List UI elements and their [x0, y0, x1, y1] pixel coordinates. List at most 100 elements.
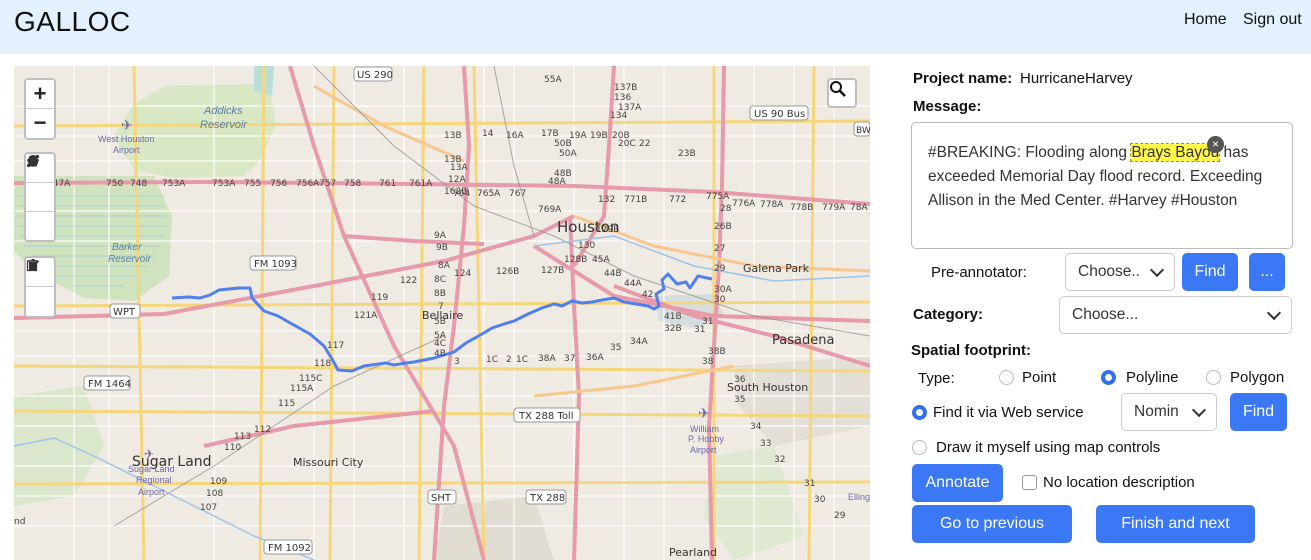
- type-point-label: Point: [1022, 369, 1057, 386]
- map-view[interactable]: US 290 US 90 Bus FM 1093 WPT FM 1464 TX …: [14, 66, 870, 560]
- svg-text:121A: 121A: [354, 311, 378, 321]
- svg-text:50A: 50A: [559, 149, 577, 159]
- svg-text:9B: 9B: [436, 243, 448, 253]
- web-service-find-button[interactable]: Find: [1230, 393, 1287, 431]
- svg-text:765A: 765A: [477, 189, 501, 199]
- label-houston: Houston: [557, 218, 619, 236]
- svg-text:8A: 8A: [438, 261, 451, 271]
- edit-toolbar: [24, 256, 56, 318]
- svg-text:FM 1092: FM 1092: [268, 543, 311, 554]
- svg-text:50B: 50B: [554, 139, 572, 149]
- search-icon: [830, 81, 846, 97]
- svg-text:29: 29: [834, 511, 846, 521]
- svg-text:1C: 1C: [516, 355, 528, 365]
- nav-home-link[interactable]: Home: [1184, 11, 1227, 29]
- svg-text:108: 108: [206, 489, 223, 499]
- svg-text:Elling: Elling: [848, 492, 870, 502]
- svg-text:761A: 761A: [409, 179, 433, 189]
- chevron-down-icon: [1191, 402, 1207, 417]
- svg-text:115: 115: [278, 399, 295, 409]
- svg-text:Reservoir: Reservoir: [200, 119, 248, 131]
- svg-text:761: 761: [379, 179, 396, 189]
- draw-myself-radio[interactable]: [912, 440, 927, 455]
- label-galena-park: Galena Park: [743, 262, 810, 275]
- svg-text:779A: 779A: [822, 203, 846, 213]
- type-label: Type:: [918, 370, 955, 387]
- find-web-service-radio[interactable]: [912, 405, 927, 420]
- type-polyline-radio[interactable]: [1101, 370, 1116, 385]
- highlighted-location[interactable]: Brays Bayou: [1130, 143, 1221, 162]
- svg-text:38: 38: [702, 357, 714, 367]
- svg-text:35: 35: [610, 343, 621, 353]
- svg-text:42: 42: [642, 290, 653, 300]
- svg-text:767: 767: [509, 189, 526, 199]
- svg-text:US 90 Bus: US 90 Bus: [754, 109, 805, 120]
- svg-text:110: 110: [224, 443, 241, 453]
- svg-text:132: 132: [598, 195, 615, 205]
- svg-text:753A: 753A: [162, 179, 186, 189]
- message-text[interactable]: #BREAKING: Flooding along Brays Bayou ha…: [911, 122, 1293, 249]
- svg-text:41B: 41B: [664, 312, 682, 322]
- svg-text:23B: 23B: [678, 149, 696, 159]
- svg-text:776A: 776A: [732, 199, 756, 209]
- label-missouri-city: Missouri City: [293, 456, 364, 469]
- draw-polyline-button[interactable]: [26, 154, 54, 212]
- svg-text:31: 31: [694, 325, 705, 335]
- svg-text:126B: 126B: [496, 267, 519, 277]
- type-polygon-radio[interactable]: [1206, 370, 1221, 385]
- svg-text:134: 134: [610, 111, 627, 121]
- svg-text:35: 35: [734, 395, 745, 405]
- svg-text:758: 758: [344, 179, 361, 189]
- pre-annotator-find-button[interactable]: Find: [1182, 253, 1238, 291]
- svg-text:1C: 1C: [486, 355, 498, 365]
- brand-logo[interactable]: GALLOC: [14, 6, 131, 38]
- previous-button[interactable]: Go to previous: [912, 505, 1072, 543]
- project-name-value: HurricaneHarvey: [1020, 70, 1133, 87]
- nav-sign-out-link[interactable]: Sign out: [1243, 11, 1302, 29]
- svg-text:9A: 9A: [434, 231, 447, 241]
- svg-text:34A: 34A: [630, 337, 648, 347]
- svg-text:8B: 8B: [434, 289, 446, 299]
- svg-text:44A: 44A: [624, 279, 642, 289]
- remove-highlight-icon[interactable]: ×: [1207, 136, 1224, 153]
- project-name-label: Project name:: [913, 70, 1013, 87]
- pre-annotator-more-button[interactable]: ...: [1249, 253, 1285, 291]
- label-sugar-land-airport: Sugar Land: [128, 464, 175, 474]
- svg-text:36A: 36A: [586, 353, 604, 363]
- type-point-radio[interactable]: [999, 370, 1014, 385]
- delete-layers-button[interactable]: [26, 259, 54, 316]
- zoom-out-button[interactable]: −: [26, 109, 54, 138]
- category-select[interactable]: Choose...: [1059, 296, 1292, 334]
- svg-text:3: 3: [454, 357, 460, 367]
- web-service-select[interactable]: Nomin: [1121, 393, 1217, 431]
- annotate-button[interactable]: Annotate: [912, 464, 1003, 502]
- svg-text:32: 32: [774, 455, 785, 465]
- finish-next-button[interactable]: Finish and next: [1096, 505, 1255, 543]
- no-location-checkbox[interactable]: [1022, 475, 1037, 490]
- svg-text:772: 772: [669, 195, 686, 205]
- airport-icon: ✈: [121, 117, 133, 133]
- pre-annotator-select[interactable]: Choose..: [1065, 253, 1175, 291]
- map-search-button[interactable]: [827, 78, 857, 108]
- no-location-label: No location description: [1043, 474, 1195, 491]
- svg-text:4B: 4B: [434, 349, 446, 359]
- top-navbar: GALLOC Home Sign out: [0, 0, 1311, 54]
- svg-text:118: 118: [314, 359, 331, 369]
- svg-text:113: 113: [234, 432, 251, 442]
- svg-text:14: 14: [482, 129, 494, 139]
- addicks-park: [114, 84, 276, 178]
- svg-text:US 290: US 290: [357, 70, 393, 81]
- svg-text:P. Hobby: P. Hobby: [688, 434, 724, 444]
- label-west-houston-airport: West Houston: [98, 134, 154, 144]
- svg-text:37: 37: [564, 354, 575, 364]
- draw-myself-label: Draw it myself using map controls: [936, 439, 1161, 456]
- map-tiles[interactable]: US 290 US 90 Bus FM 1093 WPT FM 1464 TX …: [14, 66, 870, 560]
- svg-text:26B: 26B: [714, 222, 732, 232]
- zoom-in-button[interactable]: +: [26, 80, 54, 109]
- svg-text:127B: 127B: [541, 266, 564, 276]
- svg-text:757: 757: [319, 179, 336, 189]
- svg-text:28: 28: [720, 204, 732, 214]
- draw-polygon-button[interactable]: [26, 155, 54, 241]
- spatial-footprint-label: Spatial footprint:: [911, 342, 1031, 359]
- svg-text:34: 34: [750, 422, 762, 432]
